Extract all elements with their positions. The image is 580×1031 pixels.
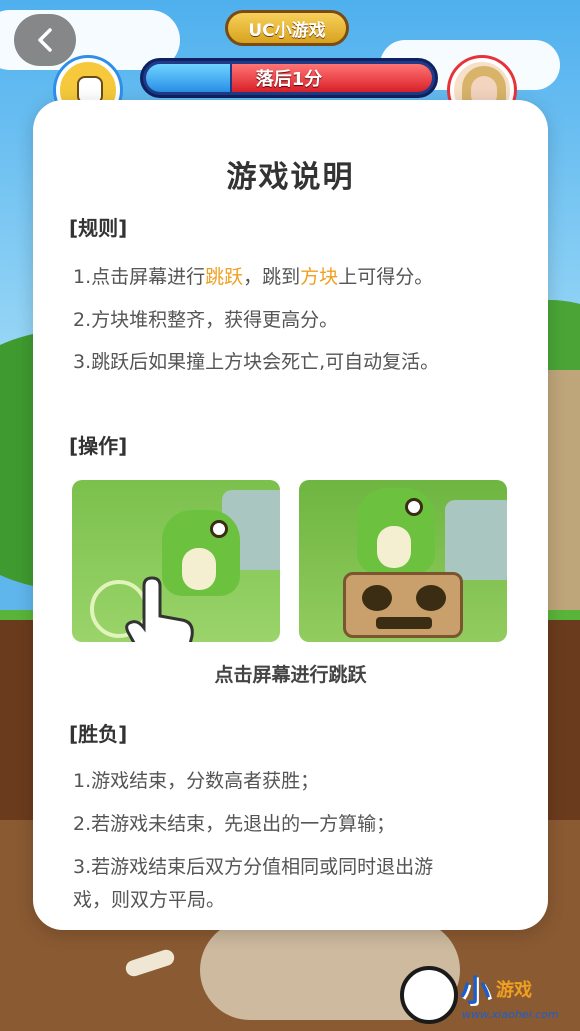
- rule-line-3: 3.跳跃后如果撞上方块会死亡,可自动复活。: [73, 351, 440, 373]
- app-title: UC小游戏: [248, 20, 326, 41]
- dinosaur: [357, 488, 435, 574]
- controls-caption: 点击屏幕进行跳跃: [214, 664, 367, 686]
- outcome-heading: [胜负]: [69, 722, 128, 746]
- dialog-title: 游戏说明: [226, 160, 355, 195]
- outcome-line-3a: 3.若游戏结束后双方分值相同或同时退出游: [73, 856, 434, 878]
- rule-text: 1.点击屏幕进行: [73, 266, 206, 288]
- rule-line-2: 2.方块堆积整齐，获得更高分。: [73, 309, 339, 331]
- block-mouth: [376, 617, 432, 629]
- block-eye: [416, 585, 446, 611]
- panda-logo-icon: [400, 966, 458, 1024]
- rule-text: 上可得分。: [338, 266, 434, 288]
- jump-illustration: [299, 480, 507, 642]
- site-watermark: 小 游戏 www.xiaohei.com: [400, 962, 580, 1031]
- chevron-left-icon: [38, 28, 52, 52]
- rule-line-1: 1.点击屏幕进行跳跃，跳到方块上可得分。: [73, 262, 433, 289]
- rule-text: ，跳到: [243, 266, 301, 288]
- tap-illustration: [72, 480, 280, 642]
- dino-eye: [210, 520, 228, 538]
- controls-heading: [操作]: [69, 434, 128, 458]
- watermark-brand-sub: 游戏: [496, 980, 532, 1001]
- outcome-line-2: 2.若游戏未结束，先退出的一方算输；: [73, 813, 396, 835]
- outcome-line-3b: 戏，则双方平局。: [73, 889, 226, 911]
- highlight-block: 方块: [300, 266, 339, 288]
- watermark-url: www.xiaohei.com: [462, 1008, 559, 1021]
- pointer-hand-icon: [125, 576, 194, 642]
- stone-tablet: [445, 500, 507, 580]
- block-eye: [362, 585, 392, 611]
- dino-belly: [377, 526, 411, 568]
- outcome-line-1: 1.游戏结束，分数高者获胜；: [73, 770, 320, 792]
- score-status: 落后1分: [255, 69, 323, 90]
- back-button[interactable]: [14, 14, 76, 66]
- watermark-brand: 小: [460, 974, 490, 1009]
- rules-heading: [规则]: [69, 216, 128, 240]
- score-progress-bar: 落后1分: [140, 58, 438, 98]
- instructions-dialog: 游戏说明 [规则] 1.点击屏幕进行跳跃，跳到方块上可得分。 2.方块堆积整齐，…: [33, 100, 548, 930]
- totem-block: [343, 572, 463, 638]
- dino-eye: [405, 498, 423, 516]
- app-title-badge: UC小游戏: [225, 10, 349, 46]
- highlight-jump: 跳跃: [205, 266, 244, 288]
